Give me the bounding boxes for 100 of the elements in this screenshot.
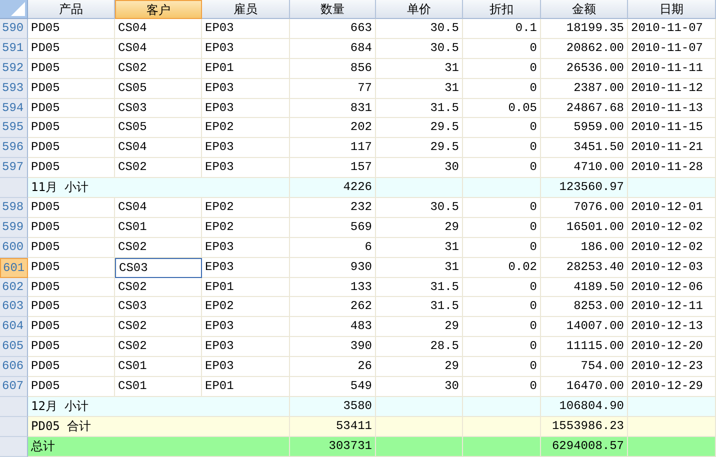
table-cell: 26536.00: [541, 58, 628, 79]
row-header[interactable]: 599: [0, 218, 28, 238]
row-header[interactable]: 590: [0, 19, 28, 39]
column-header[interactable]: 金额: [541, 0, 628, 19]
table-cell: PD05: [28, 98, 115, 118]
table-cell: CS04: [115, 138, 202, 158]
row-header[interactable]: 602: [0, 278, 28, 298]
select-all-corner[interactable]: [0, 0, 28, 19]
table-cell: 31.5: [376, 98, 463, 118]
row-header[interactable]: [0, 436, 28, 457]
row-header[interactable]: 606: [0, 357, 28, 378]
table-cell: 0: [463, 138, 541, 158]
table-cell: 0: [463, 278, 541, 298]
table-cell: 569: [290, 218, 376, 238]
table-cell: 2010-11-12: [628, 78, 716, 99]
table-cell: 0: [463, 38, 541, 59]
table-cell: PD05: [28, 238, 115, 258]
table-cell: CS05: [115, 78, 202, 99]
table-cell: 0: [463, 317, 541, 338]
table-cell: 2010-11-11: [628, 58, 716, 79]
total-label: PD05 合计: [28, 416, 290, 437]
table-cell: 2010-11-13: [628, 98, 716, 118]
table-cell: EP03: [202, 357, 290, 378]
total-cell: 6294008.57: [541, 436, 628, 457]
table-cell: 0: [463, 238, 541, 258]
table-cell: 390: [290, 337, 376, 358]
table-cell: 0.05: [463, 98, 541, 118]
row-header[interactable]: [0, 178, 28, 198]
row-header[interactable]: 603: [0, 297, 28, 318]
column-header[interactable]: 数量: [290, 0, 376, 19]
row-header[interactable]: 596: [0, 138, 28, 158]
table-cell: 11115.00: [541, 337, 628, 358]
table-cell: EP03: [202, 138, 290, 158]
table-cell: CS02: [115, 337, 202, 358]
row-header[interactable]: 607: [0, 377, 28, 397]
table-cell: PD05: [28, 317, 115, 338]
row-header[interactable]: 593: [0, 78, 28, 99]
table-cell: 20862.00: [541, 38, 628, 59]
table-cell: 2010-11-07: [628, 19, 716, 39]
row-header[interactable]: 591: [0, 38, 28, 59]
row-header[interactable]: 600: [0, 238, 28, 258]
row-header[interactable]: [0, 396, 28, 417]
table-cell: 2010-11-15: [628, 118, 716, 138]
table-cell: 31: [376, 258, 463, 278]
table-cell: 663: [290, 19, 376, 39]
table-cell: PD05: [28, 357, 115, 378]
table-cell: CS02: [115, 238, 202, 258]
row-header[interactable]: 598: [0, 198, 28, 218]
table-cell: CS02: [115, 278, 202, 298]
column-header[interactable]: 折扣: [463, 0, 541, 19]
row-header[interactable]: 595: [0, 118, 28, 138]
table-cell: PD05: [28, 138, 115, 158]
table-cell: 31.5: [376, 297, 463, 318]
table-cell: 0: [463, 337, 541, 358]
row-header[interactable]: 604: [0, 317, 28, 338]
table-cell: CS01: [115, 218, 202, 238]
table-cell: 6: [290, 238, 376, 258]
table-cell: 0: [463, 357, 541, 378]
total-cell: 3580: [290, 396, 376, 417]
table-cell: EP01: [202, 278, 290, 298]
table-cell: 0: [463, 58, 541, 79]
table-cell: 5959.00: [541, 118, 628, 138]
table-cell: PD05: [28, 297, 115, 318]
table-cell: 31: [376, 238, 463, 258]
row-header[interactable]: 601: [0, 258, 28, 278]
row-header[interactable]: 605: [0, 337, 28, 358]
column-header[interactable]: 客户: [115, 0, 202, 19]
table-cell: EP02: [202, 297, 290, 318]
column-header[interactable]: 单价: [376, 0, 463, 19]
row-header[interactable]: 594: [0, 98, 28, 118]
table-cell: EP03: [202, 19, 290, 39]
table-cell: 232: [290, 198, 376, 218]
table-cell: EP02: [202, 118, 290, 138]
table-cell: PD05: [28, 337, 115, 358]
table-cell: 30.5: [376, 19, 463, 39]
column-header[interactable]: 雇员: [202, 0, 290, 19]
table-cell: 262: [290, 297, 376, 318]
table-cell: 4189.50: [541, 278, 628, 298]
table-cell: 2010-12-13: [628, 317, 716, 338]
table-cell: EP03: [202, 337, 290, 358]
row-header[interactable]: 592: [0, 58, 28, 79]
total-cell: 106804.90: [541, 396, 628, 417]
total-cell: 123560.97: [541, 178, 628, 198]
table-cell: CS02: [115, 317, 202, 338]
column-header[interactable]: 产品: [28, 0, 115, 19]
table-cell: CS04: [115, 38, 202, 59]
table-cell: CS05: [115, 118, 202, 138]
row-header[interactable]: [0, 416, 28, 437]
table-cell: CS03: [115, 98, 202, 118]
triangle-icon: [11, 2, 25, 16]
table-cell[interactable]: CS03: [115, 258, 202, 278]
total-label: 12月 小计: [28, 396, 290, 417]
table-cell: EP03: [202, 258, 290, 278]
table-cell: PD05: [28, 19, 115, 39]
column-header[interactable]: 日期: [628, 0, 716, 19]
table-cell: PD05: [28, 218, 115, 238]
table-cell: EP03: [202, 317, 290, 338]
row-header[interactable]: 597: [0, 158, 28, 178]
table-cell: 28.5: [376, 337, 463, 358]
table-cell: 754.00: [541, 357, 628, 378]
